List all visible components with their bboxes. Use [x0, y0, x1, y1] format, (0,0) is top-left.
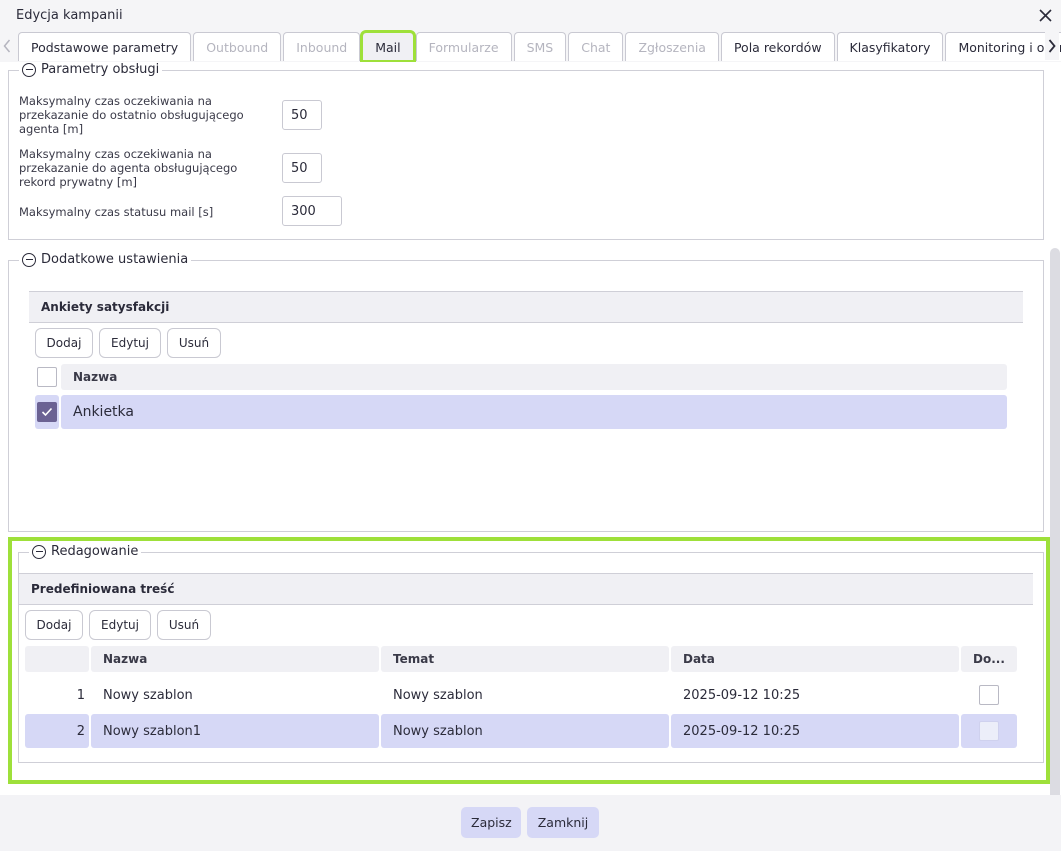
predefined-column-num [25, 646, 89, 672]
table-row[interactable]: 1 Nowy szablon Nowy szablon 2025-09-12 1… [25, 678, 1017, 712]
params-group: Parametry obsługi Maksymalny czas oczeki… [8, 62, 1044, 240]
predefined-header: Predefiniowana treść [19, 573, 1033, 605]
surveys-select-all-cell [35, 364, 59, 390]
template-subject: Nowy szablon [393, 687, 483, 703]
collapse-icon[interactable] [22, 62, 36, 77]
tab-chat[interactable]: Chat [568, 32, 624, 61]
predefined-column-date[interactable]: Data [671, 646, 959, 672]
dialog-footer: Zapisz Zamknij [0, 795, 1061, 851]
template-name: Nowy szablon1 [91, 714, 379, 748]
tab-sms[interactable]: SMS [513, 32, 567, 61]
param-input-last-agent[interactable] [282, 100, 322, 130]
default-checkbox[interactable] [979, 685, 999, 705]
save-button[interactable]: Zapisz [461, 807, 521, 838]
predefined-column-default[interactable]: Do... [961, 646, 1017, 672]
tab-mail[interactable]: Mail [360, 30, 416, 63]
editing-legend: Redagowanie [29, 544, 142, 559]
default-checkbox-cell [961, 678, 1017, 712]
title-bar: Edycja kampanii [0, 0, 1061, 32]
survey-name: Ankietka [61, 395, 1007, 429]
window-title: Edycja kampanii [16, 8, 123, 23]
tab-monitoring-i-ocena[interactable]: Monitoring i ocena [945, 32, 1061, 61]
tab-inbound[interactable]: Inbound [283, 32, 361, 61]
close-dialog-button[interactable]: Zamknij [527, 807, 599, 838]
collapse-icon[interactable] [22, 252, 36, 267]
predefined-edit-button[interactable]: Edytuj [89, 610, 151, 640]
param-label-private-agent: Maksymalny czas oczekiwania na przekazan… [19, 147, 238, 189]
row-number: 2 [25, 714, 89, 748]
vertical-scrollbar[interactable] [1050, 248, 1060, 795]
surveys-column-name[interactable]: Nazwa [61, 364, 1007, 390]
surveys-delete-button[interactable]: Usuń [167, 328, 221, 358]
editing-group: Redagowanie Predefiniowana treść Dodaj E… [18, 544, 1044, 763]
predefined-column-subject[interactable]: Temat [381, 646, 669, 672]
mail-tab-content: Parametry obsługi Maksymalny czas oczeki… [0, 62, 1061, 795]
additional-legend-label: Dodatkowe ustawienia [41, 252, 189, 267]
tab-podstawowe-parametry[interactable]: Podstawowe parametry [18, 32, 192, 61]
param-input-mail-status[interactable] [282, 196, 342, 226]
template-date: 2025-09-12 10:25 [671, 714, 959, 748]
additional-legend: Dodatkowe ustawienia [19, 252, 192, 267]
params-legend-label: Parametry obsługi [41, 62, 160, 77]
default-checkbox-cell [961, 714, 1017, 748]
close-icon [1038, 8, 1052, 22]
tab-bar: Podstawowe parametry Outbound Inbound Ma… [0, 30, 1061, 63]
param-label-mail-status: Maksymalny czas statusu mail [s] [19, 205, 214, 219]
row-checkbox[interactable] [37, 402, 57, 422]
editing-legend-label: Redagowanie [51, 544, 139, 559]
tab-list: Podstawowe parametry Outbound Inbound Ma… [18, 30, 1061, 63]
select-all-checkbox[interactable] [37, 367, 57, 387]
surveys-edit-button[interactable]: Edytuj [99, 328, 161, 358]
predefined-add-button[interactable]: Dodaj [25, 610, 83, 640]
surveys-add-button[interactable]: Dodaj [35, 328, 93, 358]
tab-scroll-right-button[interactable] [1045, 32, 1059, 60]
tab-pola-rekordow[interactable]: Pola rekordów [720, 32, 835, 61]
param-input-private-agent[interactable] [282, 153, 322, 183]
template-name: Nowy szablon [103, 687, 193, 703]
predefined-grid-header: Nazwa Temat Data Do... [25, 646, 1017, 672]
table-row[interactable]: Ankietka [35, 395, 1009, 429]
additional-settings-group: Dodatkowe ustawienia Ankiety satysfakcji… [8, 252, 1044, 532]
tab-klasyfikatory[interactable]: Klasyfikatory [836, 32, 944, 61]
tab-scroll-left-button[interactable] [0, 32, 14, 60]
collapse-icon[interactable] [32, 544, 46, 559]
predefined-delete-button[interactable]: Usuń [157, 610, 211, 640]
surveys-header: Ankiety satysfakcji [29, 291, 1023, 323]
param-label-last-agent: Maksymalny czas oczekiwania na przekazan… [19, 94, 244, 136]
tab-outbound[interactable]: Outbound [193, 32, 282, 61]
chevron-left-icon [3, 39, 11, 53]
close-button[interactable] [1033, 4, 1057, 26]
params-legend: Parametry obsługi [19, 62, 163, 77]
tab-zgloszenia[interactable]: Zgłoszenia [625, 32, 719, 61]
row-number: 1 [76, 687, 85, 703]
predefined-column-name[interactable]: Nazwa [91, 646, 379, 672]
row-checkbox-cell [35, 395, 59, 429]
template-date: 2025-09-12 10:25 [683, 687, 801, 703]
table-row[interactable]: 2 Nowy szablon1 Nowy szablon 2025-09-12 … [25, 714, 1017, 748]
chevron-right-icon [1048, 39, 1056, 53]
template-subject: Nowy szablon [381, 714, 669, 748]
tab-formularze[interactable]: Formularze [415, 32, 512, 61]
checkmark-icon [41, 407, 53, 417]
surveys-grid-header: Nazwa [35, 364, 1009, 390]
default-checkbox[interactable] [979, 721, 999, 741]
